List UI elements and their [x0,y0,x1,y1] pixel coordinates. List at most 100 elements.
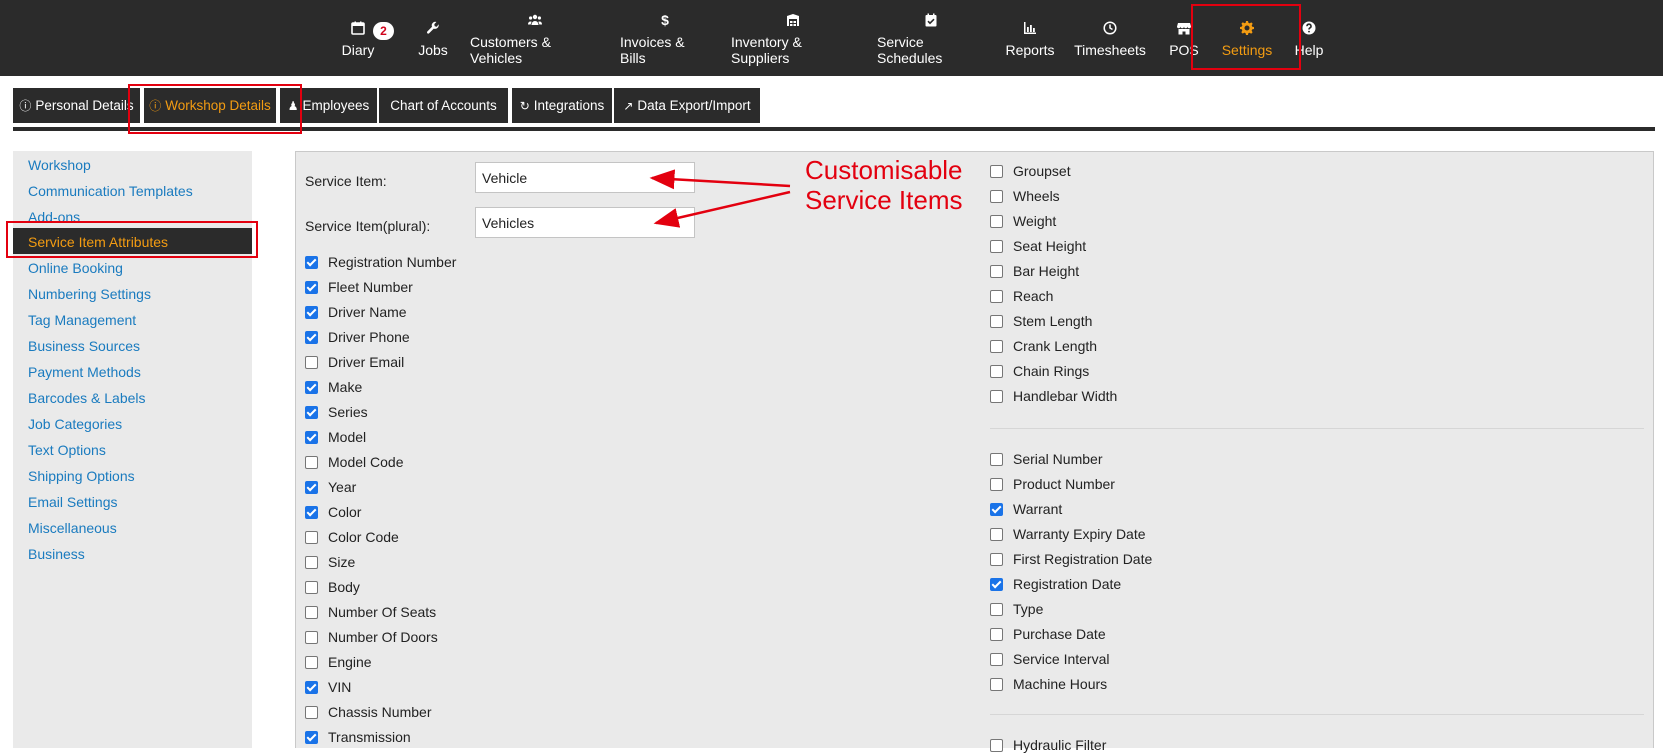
sidebar-item-email-settings[interactable]: Email Settings [28,494,117,510]
checkbox[interactable] [990,527,1003,541]
nav-jobs[interactable]: Jobs [417,0,449,76]
checkbox[interactable] [305,480,318,494]
nav-inventory-suppliers[interactable]: Inventory & Suppliers [731,0,855,76]
attribute-seat-height[interactable]: Seat Height [990,238,1086,254]
attribute-transmission[interactable]: Transmission [305,729,411,745]
sidebar-item-payment-methods[interactable]: Payment Methods [28,364,141,380]
checkbox[interactable] [305,255,318,269]
checkbox[interactable] [990,577,1003,591]
tab-personal-details[interactable]: ⓘ Personal Details [13,88,140,123]
attribute-hydraulic-filter[interactable]: Hydraulic Filter [990,737,1106,753]
attribute-service-interval[interactable]: Service Interval [990,651,1109,667]
attribute-chassis-number[interactable]: Chassis Number [305,704,431,720]
sidebar-item-shipping-options[interactable]: Shipping Options [28,468,135,484]
service-item-plural-input[interactable] [475,207,695,238]
attribute-wheels[interactable]: Wheels [990,188,1060,204]
attribute-first-registration-date[interactable]: First Registration Date [990,551,1152,567]
attribute-product-number[interactable]: Product Number [990,476,1115,492]
attribute-driver-email[interactable]: Driver Email [305,354,404,370]
checkbox[interactable] [990,239,1003,253]
checkbox[interactable] [990,452,1003,466]
nav-reports[interactable]: Reports [1005,0,1055,76]
attribute-make[interactable]: Make [305,379,362,395]
attribute-chain-rings[interactable]: Chain Rings [990,363,1089,379]
attribute-handlebar-width[interactable]: Handlebar Width [990,388,1117,404]
checkbox[interactable] [305,605,318,619]
attribute-bar-height[interactable]: Bar Height [990,263,1079,279]
attribute-number-of-doors[interactable]: Number Of Doors [305,629,438,645]
checkbox[interactable] [305,305,318,319]
attribute-model[interactable]: Model [305,429,366,445]
checkbox[interactable] [990,627,1003,641]
attribute-crank-length[interactable]: Crank Length [990,338,1097,354]
checkbox[interactable] [305,655,318,669]
attribute-registration-date[interactable]: Registration Date [990,576,1121,592]
attribute-year[interactable]: Year [305,479,356,495]
checkbox[interactable] [305,380,318,394]
checkbox[interactable] [990,552,1003,566]
checkbox[interactable] [990,214,1003,228]
attribute-driver-phone[interactable]: Driver Phone [305,329,410,345]
checkbox[interactable] [305,280,318,294]
attribute-body[interactable]: Body [305,579,360,595]
checkbox[interactable] [990,502,1003,516]
tab-integrations[interactable]: ↻ Integrations [512,88,612,123]
checkbox[interactable] [990,289,1003,303]
checkbox[interactable] [990,652,1003,666]
checkbox[interactable] [990,677,1003,691]
sidebar-item-tag-management[interactable]: Tag Management [28,312,136,328]
checkbox[interactable] [305,505,318,519]
checkbox[interactable] [305,680,318,694]
checkbox[interactable] [990,164,1003,178]
attribute-vin[interactable]: VIN [305,679,351,695]
attribute-registration-number[interactable]: Registration Number [305,254,456,270]
sidebar-item-text-options[interactable]: Text Options [28,442,106,458]
attribute-stem-length[interactable]: Stem Length [990,313,1092,329]
checkbox[interactable] [305,330,318,344]
sidebar-item-online-booking[interactable]: Online Booking [28,260,123,276]
sidebar-item-numbering-settings[interactable]: Numbering Settings [28,286,151,302]
checkbox[interactable] [990,389,1003,403]
attribute-fleet-number[interactable]: Fleet Number [305,279,413,295]
checkbox[interactable] [990,477,1003,491]
checkbox[interactable] [990,738,1003,752]
attribute-color[interactable]: Color [305,504,361,520]
attribute-color-code[interactable]: Color Code [305,529,399,545]
checkbox[interactable] [305,455,318,469]
sidebar-item-miscellaneous[interactable]: Miscellaneous [28,520,117,536]
checkbox[interactable] [990,339,1003,353]
sidebar-item-job-categories[interactable]: Job Categories [28,416,122,432]
checkbox[interactable] [305,580,318,594]
sidebar-item-workshop[interactable]: Workshop [28,157,91,173]
attribute-model-code[interactable]: Model Code [305,454,404,470]
tab-data-export-import[interactable]: ↗ Data Export/Import [614,88,760,123]
checkbox[interactable] [990,264,1003,278]
nav-invoices-bills[interactable]: $ Invoices & Bills [620,0,710,76]
attribute-machine-hours[interactable]: Machine Hours [990,676,1107,692]
checkbox[interactable] [305,430,318,444]
checkbox[interactable] [305,405,318,419]
checkbox[interactable] [990,189,1003,203]
attribute-number-of-seats[interactable]: Number Of Seats [305,604,436,620]
attribute-driver-name[interactable]: Driver Name [305,304,407,320]
nav-diary[interactable]: Diary [340,0,376,76]
sidebar-item-business-sources[interactable]: Business Sources [28,338,140,354]
checkbox[interactable] [305,555,318,569]
attribute-engine[interactable]: Engine [305,654,372,670]
nav-timesheets[interactable]: Timesheets [1074,0,1146,76]
attribute-warranty-expiry-date[interactable]: Warranty Expiry Date [990,526,1146,542]
sidebar-item-barcodes-labels[interactable]: Barcodes & Labels [28,390,146,406]
service-item-input[interactable] [475,162,695,193]
attribute-warrant[interactable]: Warrant [990,501,1062,517]
attribute-weight[interactable]: Weight [990,213,1056,229]
checkbox[interactable] [990,364,1003,378]
attribute-serial-number[interactable]: Serial Number [990,451,1102,467]
checkbox[interactable] [305,355,318,369]
checkbox[interactable] [305,705,318,719]
attribute-reach[interactable]: Reach [990,288,1053,304]
attribute-purchase-date[interactable]: Purchase Date [990,626,1106,642]
nav-service-schedules[interactable]: Service Schedules [877,0,985,76]
nav-customers-vehicles[interactable]: Customers & Vehicles [470,0,600,76]
attribute-size[interactable]: Size [305,554,355,570]
checkbox[interactable] [990,602,1003,616]
